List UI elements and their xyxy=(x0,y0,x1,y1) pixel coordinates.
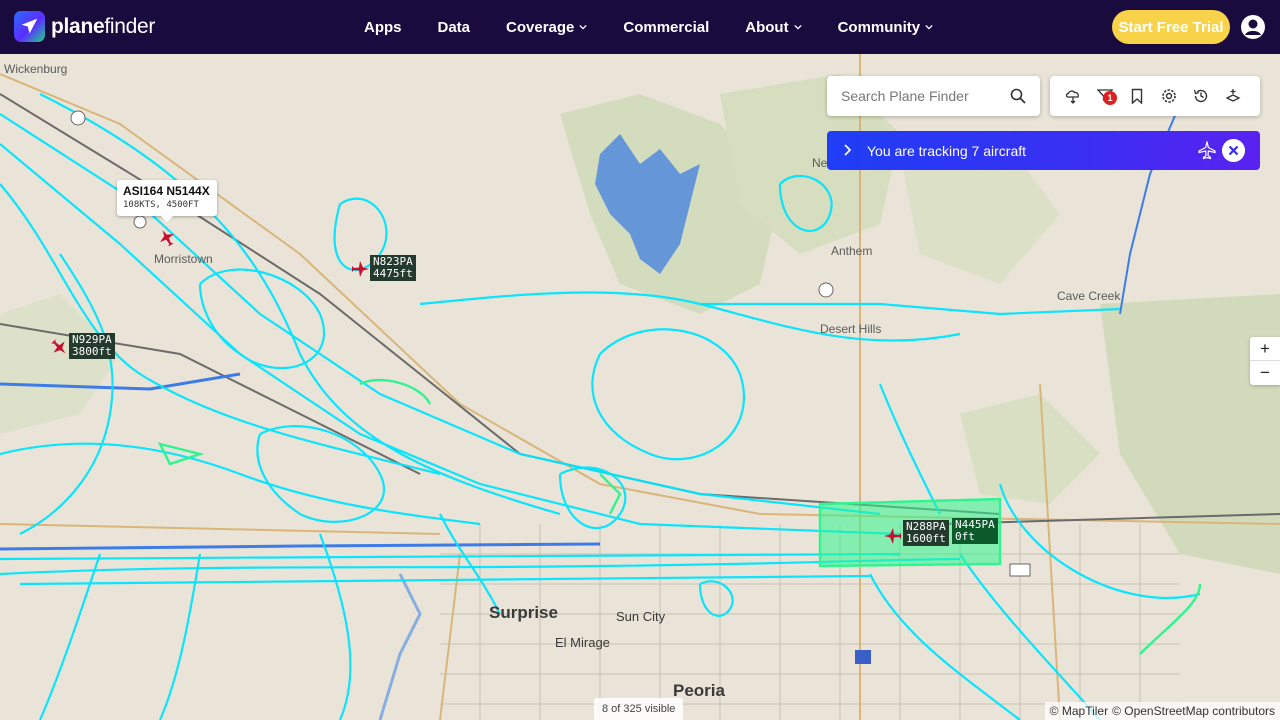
user-circle-icon[interactable] xyxy=(1240,14,1266,40)
chevron-right-icon[interactable] xyxy=(842,144,852,156)
brand-name: planefinder xyxy=(51,14,156,38)
aircraft-popup[interactable]: ASI164 N5144X 108KTS, 4500FT xyxy=(117,180,217,222)
place-cave-creek: Cave Creek xyxy=(1057,289,1121,303)
map-toolbar: 1 xyxy=(1050,76,1260,116)
start-free-trial-button[interactable]: Start Free Trial xyxy=(1112,10,1230,44)
zoom-controls: + − xyxy=(1250,337,1280,385)
place-anthem: Anthem xyxy=(831,244,873,258)
planefinder-logo[interactable]: planefinder xyxy=(14,11,155,42)
place-el-mirage: El Mirage xyxy=(555,635,610,650)
chevron-down-icon xyxy=(793,24,802,30)
nav-community[interactable]: Community xyxy=(838,19,934,36)
chevron-down-icon xyxy=(925,24,933,30)
zoom-out-button[interactable]: − xyxy=(1250,361,1280,385)
nav-apps[interactable]: Apps xyxy=(364,19,402,36)
aircraft-label[interactable]: N445PA 0ft xyxy=(952,518,998,544)
place-wickenburg: Wickenburg xyxy=(4,62,68,76)
aircraft-label[interactable]: N823PA 4475ft xyxy=(370,255,416,281)
bookmark-icon[interactable] xyxy=(1129,88,1145,104)
aircraft-icon[interactable] xyxy=(350,259,370,279)
top-navigation-bar: planefinder Apps Data Coverage Commercia… xyxy=(0,0,1280,54)
close-icon[interactable] xyxy=(1222,139,1245,162)
main-nav: Apps Data Coverage Commercial About Comm… xyxy=(364,0,969,54)
planefinder-logo-icon xyxy=(14,11,45,42)
layers-icon[interactable] xyxy=(1225,88,1241,104)
settings-icon[interactable] xyxy=(1161,88,1177,104)
maptiler-attribution-link[interactable]: © MapTiler xyxy=(1050,704,1108,718)
filter-button[interactable]: 1 xyxy=(1096,88,1117,105)
nav-about[interactable]: About xyxy=(745,19,802,36)
aircraft-icon[interactable] xyxy=(883,526,903,546)
airplane-icon xyxy=(1198,141,1216,160)
nav-data[interactable]: Data xyxy=(438,19,471,36)
popup-callsign: ASI164 N5144X xyxy=(123,184,210,198)
place-morristown: Morristown xyxy=(154,252,213,266)
place-desert-hills: Desert Hills xyxy=(820,322,882,336)
zoom-in-button[interactable]: + xyxy=(1250,337,1280,361)
map-attribution: © MapTiler © OpenStreetMap contributors xyxy=(1044,702,1280,720)
aircraft-icon[interactable] xyxy=(49,337,69,357)
filter-count-badge: 1 xyxy=(1103,91,1117,105)
chevron-down-icon xyxy=(579,24,588,30)
nav-coverage[interactable]: Coverage xyxy=(506,19,588,36)
search-box xyxy=(827,76,1040,116)
search-input[interactable] xyxy=(841,88,1001,104)
popup-details: 108KTS, 4500FT xyxy=(123,200,199,210)
aircraft-label[interactable]: N288PA 1600ft xyxy=(903,520,949,546)
place-surprise: Surprise xyxy=(489,603,558,622)
place-sun-city: Sun City xyxy=(616,609,666,624)
nav-commercial[interactable]: Commercial xyxy=(623,19,709,36)
tracking-status-text: You are tracking 7 aircraft xyxy=(867,143,1027,159)
weather-icon[interactable] xyxy=(1065,88,1081,104)
flight-map[interactable]: Wickenburg Morristown New River Anthem C… xyxy=(0,54,1280,720)
tracking-bar[interactable]: You are tracking 7 aircraft xyxy=(827,131,1260,170)
search-icon[interactable] xyxy=(1010,88,1026,104)
aircraft-icon[interactable] xyxy=(157,228,177,248)
history-icon[interactable] xyxy=(1193,88,1209,104)
aircraft-label[interactable]: N929PA 3800ft xyxy=(69,333,115,359)
visible-count: 8 of 325 visible xyxy=(594,698,684,720)
osm-attribution-link[interactable]: © OpenStreetMap contributors xyxy=(1112,704,1275,718)
